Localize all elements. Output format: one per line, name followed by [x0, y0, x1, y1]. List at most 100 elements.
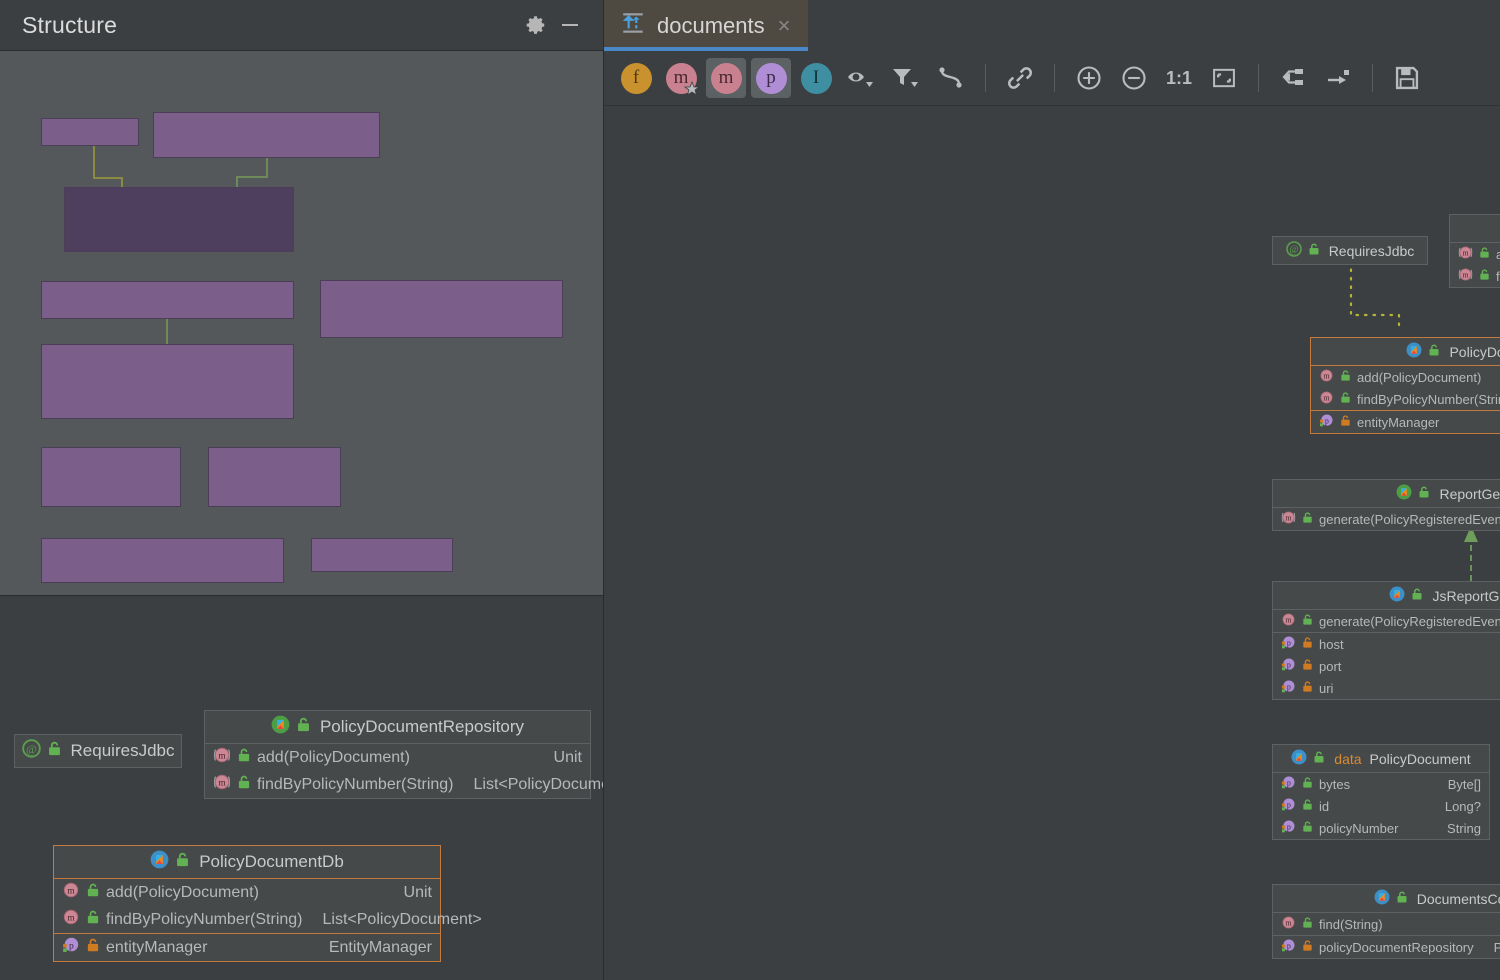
uml-node-ReportGenerator[interactable]: ReportGenerator m generate(PolicyRegiste… — [1272, 479, 1500, 531]
unlock-icon — [1410, 587, 1424, 604]
toolbar-separator — [1054, 64, 1055, 92]
minimap-node[interactable] — [208, 447, 341, 507]
minimap-node[interactable] — [41, 447, 181, 507]
member-name: port — [1319, 658, 1342, 674]
member-row[interactable]: p policyDocumentRepository PolicyDocument… — [1273, 935, 1500, 958]
close-icon[interactable]: × — [776, 14, 793, 37]
tab-documents[interactable]: documents × — [604, 0, 809, 51]
uml-node-PolicyDocumentDb[interactable]: PolicyDocumentDb m add(PolicyDocument)Un… — [53, 845, 482, 962]
member-row[interactable]: p hostString — [1273, 632, 1500, 655]
toolbar-separator — [1372, 64, 1373, 92]
svg-text:p: p — [69, 940, 74, 951]
svg-text:@: @ — [1289, 245, 1298, 256]
member-row[interactable]: p portString — [1273, 655, 1500, 677]
gear-icon[interactable] — [519, 8, 553, 42]
node-name: RequiresJdbc — [1328, 242, 1415, 259]
svg-text:m: m — [1462, 271, 1469, 280]
member-row[interactable]: p uriString — [1273, 677, 1500, 699]
diagram-minimap[interactable] — [0, 51, 603, 596]
kotlin-class-icon — [1374, 889, 1390, 908]
show-methods-toggle[interactable]: m — [706, 58, 746, 98]
svg-text:m: m — [67, 913, 75, 924]
uml-node-RequiresJdbc[interactable]: @ RequiresJdbc — [1272, 236, 1428, 265]
node-title: PolicyDocumentRepository — [1450, 215, 1500, 243]
zoom-out-button[interactable] — [1114, 58, 1154, 98]
minimap-node[interactable] — [41, 344, 294, 419]
member-row[interactable]: p entityManagerEntityManager — [1311, 410, 1500, 433]
unlock-icon — [1478, 246, 1491, 262]
member-name: entityManager — [1357, 414, 1440, 430]
member-row[interactable]: p entityManagerEntityManager — [54, 933, 440, 961]
minimap-node[interactable] — [320, 280, 563, 338]
minimap-node[interactable] — [64, 187, 294, 252]
member-row[interactable]: m findByPolicyNumber(String)List<PolicyD… — [1450, 265, 1500, 287]
member-name: add(PolicyDocument) — [1357, 369, 1482, 385]
uml-node-PolicyDocumentRepository[interactable]: PolicyDocumentRepository m add(PolicyDoc… — [1449, 214, 1500, 288]
property-icon: p — [1281, 938, 1296, 956]
apply-layout-icon[interactable] — [1318, 58, 1358, 98]
visibility-icon[interactable] — [841, 58, 881, 98]
show-properties-toggle[interactable]: p — [751, 58, 791, 98]
uml-node-PolicyDocumentRepository[interactable]: PolicyDocumentRepository m add(PolicyDoc… — [204, 710, 603, 799]
member-row[interactable]: m generate(PolicyRegisteredEvent)HttpRes… — [1273, 610, 1500, 632]
structure-preview[interactable]: @ RequiresJdbc PolicyDocumentRepository … — [0, 596, 603, 980]
uml-node-PolicyDocument[interactable]: data PolicyDocument p bytes Byte[] p id Lon… — [1272, 744, 1490, 840]
export-to-file-button[interactable] — [1387, 58, 1427, 98]
show-inherited-toggle[interactable]: m — [661, 58, 701, 98]
node-name: PolicyDocumentDb — [1449, 343, 1500, 360]
member-type: String — [1447, 820, 1481, 836]
member-name: host — [1319, 636, 1344, 652]
abstract-method-icon: m — [1281, 510, 1296, 528]
minimap-node[interactable] — [311, 538, 453, 572]
layout-icon[interactable] — [1273, 58, 1313, 98]
edge-style-icon[interactable] — [931, 58, 971, 98]
property-icon: p — [1281, 679, 1296, 697]
diagram-canvas[interactable]: @ RequiresJdbc PolicyDocumentRepository … — [604, 106, 1500, 980]
member-row[interactable]: p policyNumber String — [1273, 817, 1489, 839]
uml-node-RequiresJdbc[interactable]: @ RequiresJdbc — [14, 734, 182, 768]
uml-node-JsReportGenerator[interactable]: JsReportGenerator m generate(PolicyRegis… — [1272, 581, 1500, 700]
minimap-node[interactable] — [41, 538, 284, 583]
property-icon: p — [62, 936, 80, 959]
show-inner-classes-toggle[interactable]: I — [796, 58, 836, 98]
member-row[interactable]: p bytes Byte[] — [1273, 773, 1489, 795]
lock-icon — [1301, 658, 1314, 674]
node-name: ReportGenerator — [1439, 485, 1500, 502]
member-row[interactable]: m findByPolicyNumber(String)List<PolicyD… — [54, 906, 482, 933]
unlock-icon — [1301, 511, 1314, 527]
show-dependencies-icon[interactable] — [1000, 58, 1040, 98]
fit-content-button[interactable] — [1204, 58, 1244, 98]
member-row[interactable]: m findByPolicyNumber(String)List<PolicyD… — [205, 771, 603, 798]
member-name: id — [1319, 798, 1330, 814]
lock-icon — [1301, 636, 1314, 652]
method-icon: m — [62, 881, 80, 904]
uml-node-PolicyDocumentDb[interactable]: PolicyDocumentDb m add(PolicyDocument)Un… — [1310, 337, 1500, 434]
member-row[interactable]: m add(PolicyDocument)Unit — [1311, 366, 1500, 388]
member-row[interactable]: m add(PolicyDocument)Unit — [1450, 243, 1500, 265]
minimap-node[interactable] — [41, 281, 294, 319]
svg-text:p: p — [1325, 416, 1329, 425]
member-row[interactable]: p id Long? — [1273, 795, 1489, 817]
show-fields-toggle[interactable]: f — [616, 58, 656, 98]
minimap-node[interactable] — [153, 112, 380, 158]
member-row[interactable]: m add(PolicyDocument)Unit — [54, 879, 440, 906]
member-row[interactable]: m add(PolicyDocument)Unit — [205, 744, 590, 771]
unlock-icon — [1301, 820, 1314, 836]
member-row[interactable]: m generate(PolicyRegisteredEvent)HttpRes… — [1273, 508, 1500, 530]
member-row[interactable]: m findByPolicyNumber(String)List<PolicyD… — [1311, 388, 1500, 410]
node-title: ReportGenerator — [1273, 480, 1500, 508]
uml-node-DocumentsController[interactable]: DocumentsController m find(String)FindDo… — [1272, 884, 1500, 959]
svg-text:p: p — [1287, 660, 1291, 669]
node-name: PolicyDocumentDb — [199, 852, 344, 871]
unlock-icon — [1301, 613, 1314, 629]
member-row[interactable]: m find(String)FindDocumentsResult — [1273, 913, 1500, 935]
svg-text:m: m — [1285, 514, 1292, 523]
member-name: findByPolicyNumber(String) — [1496, 268, 1500, 284]
minimize-icon[interactable] — [553, 8, 587, 42]
filter-icon[interactable] — [886, 58, 926, 98]
minimap-node[interactable] — [41, 118, 139, 146]
actual-size-button[interactable]: 1:1 — [1159, 58, 1199, 98]
kotlin-class-icon — [150, 850, 169, 874]
zoom-in-button[interactable] — [1069, 58, 1109, 98]
svg-text:m: m — [67, 886, 75, 897]
